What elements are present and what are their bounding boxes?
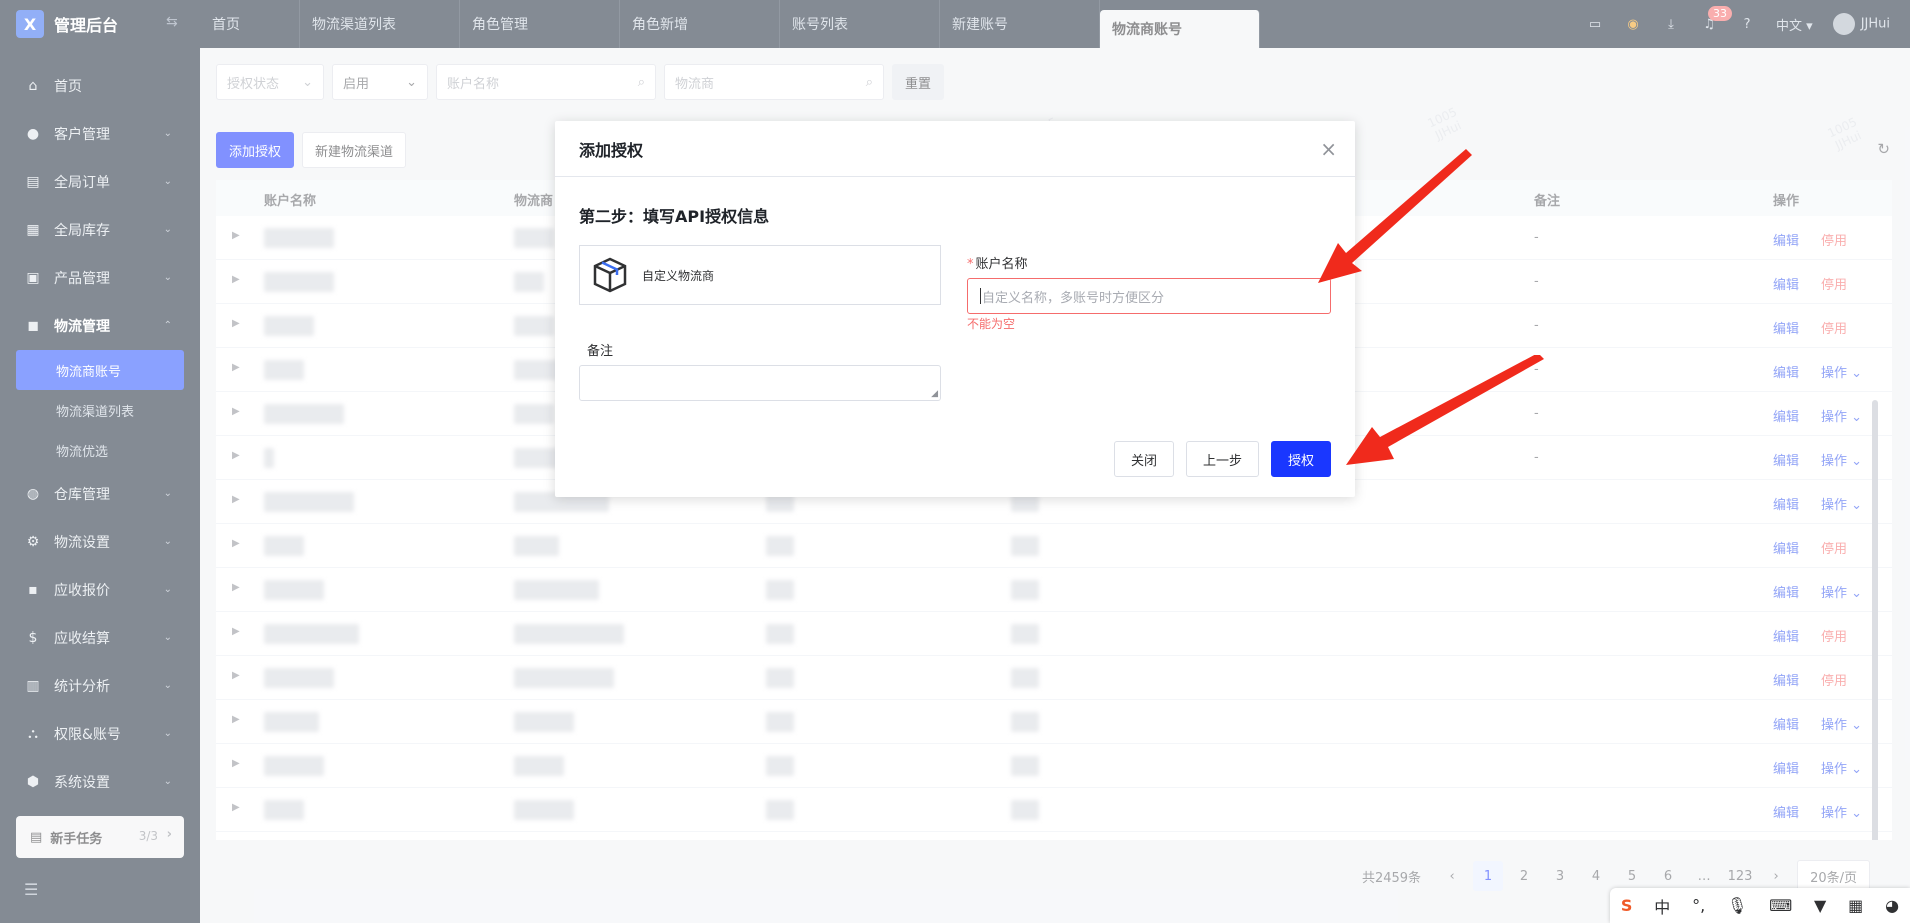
punctuation-icon[interactable]: °, <box>1692 896 1705 915</box>
add-auth-dialog: 添加授权 × 第二步：填写API授权信息 自定义物流商 备注 ◢ * 账户名称 自… <box>555 121 1355 497</box>
provider-name: 自定义物流商 <box>642 268 715 283</box>
account-name-error: 不能为空 <box>967 317 1016 331</box>
account-label-text: 账户名称 <box>975 257 1028 272</box>
ime-toolbar: S 中 °, 🎙 ⌨ ▼ ▦ ◕ <box>1610 888 1910 923</box>
dialog-footer: 关闭 上一步 授权 <box>1113 441 1331 477</box>
microphone-icon[interactable]: 🎙 <box>1727 896 1747 915</box>
account-name-label: * 账户名称 <box>967 253 1028 272</box>
text-cursor <box>980 288 981 304</box>
account-name-input[interactable]: 自定义名称，多账号时方便区分 <box>967 278 1331 314</box>
sogou-logo-icon[interactable]: S <box>1621 896 1633 915</box>
mascot-icon[interactable]: ◕ <box>1885 896 1899 915</box>
authorize-button[interactable]: 授权 <box>1270 441 1331 477</box>
skin-icon[interactable]: ▼ <box>1814 896 1826 915</box>
remark-label: 备注 <box>587 344 614 359</box>
remark-textarea[interactable]: ◢ <box>579 365 941 401</box>
provider-card[interactable]: 自定义物流商 <box>579 245 941 305</box>
package-icon <box>593 257 627 293</box>
step-title: 第二步：填写API授权信息 <box>579 207 770 226</box>
required-mark: * <box>967 257 974 272</box>
annotation-arrow-1 <box>1318 149 1472 283</box>
keyboard-icon[interactable]: ⌨ <box>1769 896 1792 915</box>
ime-mode[interactable]: 中 <box>1654 894 1670 918</box>
resize-handle-icon[interactable]: ◢ <box>931 389 938 399</box>
close-button[interactable]: 关闭 <box>1113 441 1174 477</box>
dialog-title: 添加授权 <box>555 121 1355 177</box>
annotation-arrow-2 <box>1346 355 1544 465</box>
account-name-placeholder: 自定义名称，多账号时方便区分 <box>982 290 1165 306</box>
apps-grid-icon[interactable]: ▦ <box>1848 896 1863 915</box>
prev-step-button[interactable]: 上一步 <box>1185 441 1259 477</box>
